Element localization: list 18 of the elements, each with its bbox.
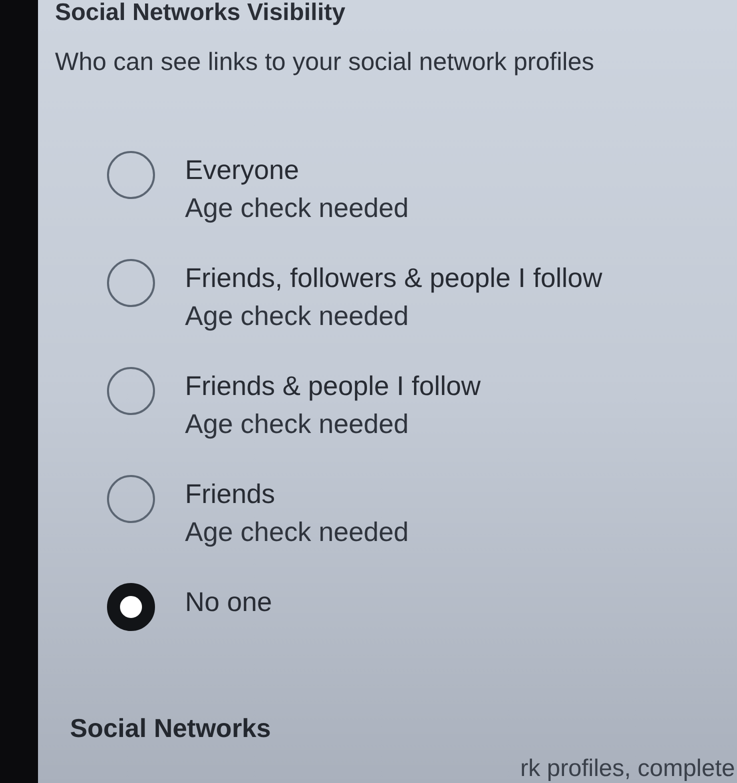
section-description: rk profiles, complete bbox=[520, 756, 735, 782]
section-title: Social Networks Visibility bbox=[55, 0, 346, 26]
option-note: Age check needed bbox=[185, 517, 409, 547]
section-title: Social Networks bbox=[70, 713, 272, 743]
radio-button[interactable] bbox=[107, 151, 155, 199]
radio-button[interactable] bbox=[107, 259, 155, 307]
option-label: Everyone bbox=[185, 155, 300, 185]
option-label: Friends & people I follow bbox=[185, 371, 481, 401]
option-label: Friends bbox=[185, 479, 276, 509]
section-description: Who can see links to your social network profiles bbox=[55, 48, 596, 76]
option-label: Friends, followers & people I follow bbox=[185, 263, 602, 293]
radio-button[interactable] bbox=[107, 583, 155, 631]
option-label: No one bbox=[185, 587, 272, 617]
option-note: Age check needed bbox=[185, 301, 410, 331]
option-note: Age check needed bbox=[185, 409, 410, 439]
radio-button[interactable] bbox=[107, 367, 155, 415]
option-note: Age check needed bbox=[185, 193, 409, 223]
radio-button[interactable] bbox=[107, 475, 155, 523]
